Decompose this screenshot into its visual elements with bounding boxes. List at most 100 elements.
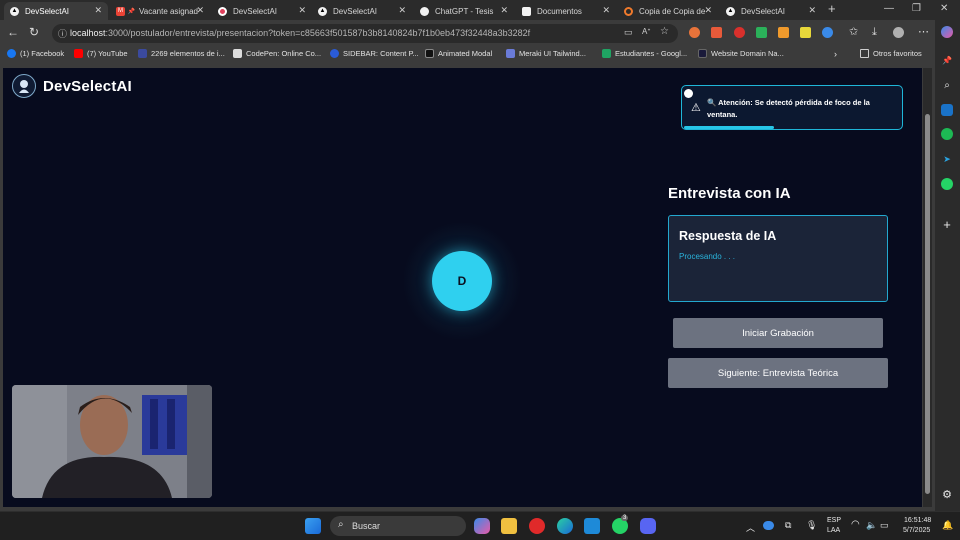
close-tab-icon[interactable]: ✕ xyxy=(398,5,406,16)
close-tab-icon[interactable]: ✕ xyxy=(602,5,610,16)
discord-icon[interactable] xyxy=(640,518,656,534)
tab-devselectai-1[interactable]: ▲ DevSelectAI ✕ xyxy=(4,2,108,20)
tab-documentos[interactable]: Documentos ✕ xyxy=(516,2,616,20)
devselectai-page: DevSelectAI ⚠ 🔍 Atención: Se detectó pér… xyxy=(3,68,922,507)
devselectai-favicon-icon: ▲ xyxy=(318,6,327,16)
bookmark-codepen[interactable]: CodePen: Online Co... xyxy=(233,49,321,58)
search-placeholder: Buscar xyxy=(352,521,381,531)
close-tab-icon[interactable]: ✕ xyxy=(298,5,306,16)
spotify-icon[interactable] xyxy=(941,128,953,140)
restore-icon[interactable]: ❐ xyxy=(912,3,921,14)
whatsapp-icon[interactable] xyxy=(941,178,953,190)
outlook-icon[interactable] xyxy=(941,104,953,116)
extension-3-icon[interactable] xyxy=(734,27,745,38)
devselectai-logo-icon xyxy=(12,74,36,98)
camera-icon[interactable]: ▭ xyxy=(624,27,633,38)
bookmark-sidebar[interactable]: SIDEBAR: Content P... xyxy=(330,49,419,58)
bookmarks-overflow-icon[interactable]: › xyxy=(834,49,837,59)
extension-2-icon[interactable] xyxy=(711,27,722,38)
close-window-icon[interactable]: ✕ xyxy=(940,3,948,14)
tab-vacante[interactable]: M 📌 Vacante asignad ✕ xyxy=(110,2,210,20)
bookmark-youtube[interactable]: (7) YouTube xyxy=(74,49,128,58)
bookmark-site-icon xyxy=(698,49,707,58)
opera-icon[interactable] xyxy=(529,518,545,534)
bookmark-animated-modal[interactable]: Animated Modal xyxy=(425,49,492,58)
tray-app-icon[interactable]: ⧉ xyxy=(785,520,791,531)
bookmark-facebook[interactable]: (1) Facebook xyxy=(7,49,64,58)
close-tab-icon[interactable]: ✕ xyxy=(808,5,816,16)
address-input[interactable]: ⓘ localhost:3000/postulador/entrevista/p… xyxy=(52,24,678,43)
edge-icon[interactable] xyxy=(557,518,573,534)
tab-devselectai-3[interactable]: ▲ DevSelectAI ✕ xyxy=(312,2,412,20)
next-theoretical-interview-button[interactable]: Siguiente: Entrevista Teórica xyxy=(668,358,888,388)
bookmark-website-domain[interactable]: Website Domain Na... xyxy=(698,49,784,58)
gmail-icon: M xyxy=(116,6,125,16)
reload-icon[interactable]: ↻ xyxy=(29,26,39,38)
bookmark-label: CodePen: Online Co... xyxy=(246,49,322,58)
extension-1-icon[interactable] xyxy=(689,27,700,38)
tab-devselectai-2[interactable]: DevSelectAI ✕ xyxy=(212,2,312,20)
taskbar-search[interactable]: ⌕ Buscar xyxy=(330,516,466,536)
tab-chatgpt[interactable]: ChatGPT - Tesis ✕ xyxy=(414,2,514,20)
close-tab-icon[interactable]: ✕ xyxy=(500,5,508,16)
favorites-icon[interactable]: ✩ xyxy=(849,26,858,38)
copilot-taskbar-icon[interactable] xyxy=(474,518,490,534)
chatgpt-icon xyxy=(420,6,429,16)
search-icon[interactable]: ⌕ xyxy=(941,79,953,91)
url-path: :3000/postulador/entrevista/presentacion… xyxy=(105,28,531,38)
bookmark-estudiantes[interactable]: Estudiantes - Googl... xyxy=(602,49,687,58)
start-recording-button[interactable]: Iniciar Grabación xyxy=(673,318,883,348)
notifications-icon[interactable]: 🔔 xyxy=(942,520,953,531)
webcam-preview xyxy=(12,385,212,498)
facebook-icon xyxy=(7,49,16,58)
favorite-star-icon[interactable]: ☆ xyxy=(660,26,669,37)
bookmark-site-icon xyxy=(506,49,515,58)
battery-icon[interactable]: ▭ xyxy=(880,520,889,531)
page-scrollbar[interactable] xyxy=(923,68,932,507)
close-tab-icon[interactable]: ✕ xyxy=(704,5,712,16)
vscode-icon[interactable] xyxy=(584,518,600,534)
wifi-icon[interactable]: ◠ xyxy=(851,519,860,530)
file-explorer-icon[interactable] xyxy=(501,518,517,534)
close-tab-icon[interactable]: ✕ xyxy=(94,5,102,16)
extension-7-icon[interactable] xyxy=(822,27,833,38)
read-aloud-icon[interactable]: Aᐩ xyxy=(642,27,650,36)
pin-sidebar-icon[interactable]: 📌 xyxy=(941,54,953,66)
download-icon[interactable]: ⤓ xyxy=(872,26,877,38)
profile-avatar-icon[interactable] xyxy=(893,27,904,38)
interviewer-avatar: D xyxy=(432,251,492,311)
close-tab-icon[interactable]: ✕ xyxy=(196,5,204,16)
extension-5-icon[interactable] xyxy=(778,27,789,38)
microphone-icon[interactable]: 🎙 xyxy=(806,520,817,531)
bookmark-site-icon xyxy=(330,49,339,58)
clock-date[interactable]: 5/7/2025 xyxy=(903,527,930,534)
language-bottom[interactable]: LAA xyxy=(827,527,840,534)
app-title: DevSelectAI xyxy=(43,78,132,95)
tab-copia[interactable]: Copia de Copia de ✕ xyxy=(618,2,718,20)
interview-title: Entrevista con IA xyxy=(668,185,791,202)
telegram-icon[interactable]: ➤ xyxy=(941,153,953,165)
volume-icon[interactable]: 🔈 xyxy=(866,520,877,531)
language-top[interactable]: ESP xyxy=(827,517,841,524)
google-drive-icon xyxy=(602,49,611,58)
other-favorites[interactable]: Otros favoritos xyxy=(860,49,922,58)
sidebar-settings-icon[interactable]: ⚙ xyxy=(941,488,953,501)
onedrive-icon[interactable] xyxy=(763,521,774,530)
more-menu-icon[interactable]: ⋯ xyxy=(918,26,929,38)
extension-6-icon[interactable] xyxy=(800,27,811,38)
bookmark-elementos[interactable]: 2269 elementos de i... xyxy=(138,49,225,58)
bookmark-site-icon xyxy=(425,49,434,58)
new-tab-icon[interactable]: + xyxy=(828,1,836,16)
extension-4-icon[interactable] xyxy=(756,27,767,38)
scrollbar-thumb[interactable] xyxy=(925,114,930,494)
minimize-icon[interactable]: — xyxy=(884,3,894,14)
site-info-icon[interactable]: ⓘ xyxy=(58,27,67,40)
clock-time[interactable]: 16:51:48 xyxy=(904,517,931,524)
add-sidebar-app-icon[interactable]: + xyxy=(941,217,953,232)
copilot-icon[interactable] xyxy=(941,26,953,38)
back-icon[interactable]: ← xyxy=(7,26,19,38)
start-menu-icon[interactable] xyxy=(305,518,321,534)
bookmark-meraki[interactable]: Meraki UI Tailwind... xyxy=(506,49,586,58)
tab-devselectai-4[interactable]: ▲ DevSelectAI ✕ xyxy=(720,2,822,20)
show-hidden-icons[interactable]: ︿ xyxy=(746,521,755,534)
